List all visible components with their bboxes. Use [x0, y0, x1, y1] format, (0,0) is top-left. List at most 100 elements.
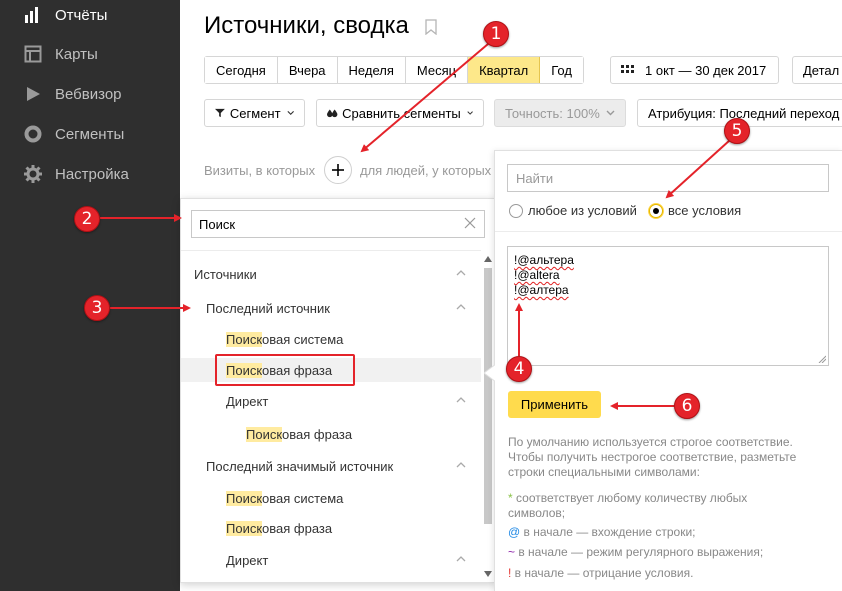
radio-all-label: все условия: [668, 203, 742, 218]
search-match: Поиск: [226, 331, 263, 347]
tree-item-search-system[interactable]: Поиск овая система: [226, 486, 343, 510]
detail-button[interactable]: Детал: [792, 56, 842, 84]
chevron-up-icon[interactable]: [456, 462, 466, 468]
attribution-label: Атрибуция: Последний переход: [648, 105, 840, 121]
period-today-button[interactable]: Сегодня: [205, 57, 278, 83]
period-year-button[interactable]: Год: [540, 57, 583, 83]
tree-item-label: Последний значимый источник: [206, 458, 394, 474]
chevron-up-icon[interactable]: [456, 270, 466, 276]
period-quarter-button[interactable]: Квартал: [468, 57, 541, 83]
dropdown-search-input[interactable]: Поиск: [191, 210, 485, 238]
period-week-button[interactable]: Неделя: [337, 57, 406, 83]
calendar-icon: [621, 65, 634, 73]
chevron-up-icon[interactable]: [456, 397, 466, 403]
sidebar-item-webvisor[interactable]: Вебвизор: [0, 74, 180, 114]
scroll-thumb[interactable]: [484, 268, 492, 524]
find-placeholder: Найти: [516, 170, 554, 186]
date-range-label: 1 окт — 30 дек 2017: [645, 62, 767, 78]
annotation-badge-5: 5: [724, 118, 750, 144]
help-intro: По умолчанию используется строгое соотве…: [508, 435, 797, 479]
compare-segments-label: Сравнить сегменты: [342, 105, 461, 121]
plus-icon: [332, 164, 344, 176]
tree-item-label: Директ: [226, 552, 269, 568]
tree-group-direct[interactable]: Директ: [226, 548, 268, 572]
tree-item-search-system[interactable]: Поиск овая система: [226, 327, 343, 351]
tree-item-label: Последний источник: [206, 300, 330, 316]
add-condition-button[interactable]: [324, 156, 352, 184]
help-text: в начале — вхождение строки;: [520, 525, 696, 539]
help-symbol: @: [508, 525, 521, 539]
condition-line: !@алтера: [514, 283, 569, 297]
period-month-button[interactable]: Месяц: [405, 57, 469, 83]
search-match: Поиск: [226, 520, 263, 536]
help-text: соответствует любому количеству любых си…: [508, 491, 748, 520]
condition-line: !@altera: [514, 268, 560, 282]
annotation-badge-6: 6: [674, 393, 700, 419]
chevron-up-icon[interactable]: [456, 556, 466, 562]
tree-group-sources[interactable]: Источники: [194, 262, 257, 286]
sidebar-item-label: Настройка: [55, 165, 129, 183]
sidebar-item-label: Карты: [55, 45, 98, 63]
search-match: Поиск: [226, 490, 263, 506]
segment-button[interactable]: Сегмент: [204, 99, 305, 127]
accuracy-button[interactable]: Точность: 100%: [494, 99, 626, 127]
play-icon: [27, 87, 40, 101]
help-rule: * соответствует любому количеству любых …: [508, 491, 778, 521]
highlight-box: [215, 354, 355, 386]
scroll-up-icon[interactable]: [484, 256, 492, 262]
divider: [495, 231, 842, 232]
tree-item-label: овая система: [262, 490, 344, 506]
gear-icon: [24, 165, 42, 183]
resize-handle-icon[interactable]: [818, 355, 826, 363]
sidebar-item-label: Сегменты: [55, 125, 125, 143]
help-rule: ! в начале — отрицание условия.: [508, 566, 828, 581]
sidebar-item-segments[interactable]: Сегменты: [0, 114, 180, 154]
dropdown-scrollbar[interactable]: [484, 254, 492, 579]
date-range-button[interactable]: 1 окт — 30 дек 2017: [610, 56, 779, 84]
tree-group-direct[interactable]: Директ: [226, 389, 268, 413]
chevron-up-icon[interactable]: [456, 304, 466, 310]
tree-item-search-phrase[interactable]: Поиск овая фраза: [226, 516, 332, 540]
divider: [181, 250, 481, 251]
conditions-textarea[interactable]: !@альтера !@altera !@алтера: [507, 246, 829, 366]
accuracy-label: Точность: 100%: [505, 105, 600, 121]
sidebar-item-maps[interactable]: Карты: [0, 34, 180, 74]
bookmark-icon[interactable]: [425, 19, 437, 35]
tree-item-label: овая фраза: [262, 520, 333, 536]
compare-segments-button[interactable]: Сравнить сегменты: [316, 99, 484, 127]
page-title: Источники, сводка: [204, 12, 409, 39]
segment-label: Сегмент: [229, 105, 281, 121]
annotation-badge-2: 2: [74, 206, 100, 232]
period-yesterday-button[interactable]: Вчера: [277, 57, 338, 83]
tree-item-direct-search-phrase[interactable]: Поиск овая фраза: [246, 422, 352, 446]
condition-dropdown: Поиск Источники Последний источник Поиск…: [180, 198, 496, 583]
help-text: в начале — режим регулярного выражения;: [515, 545, 764, 559]
funnel-icon: [215, 108, 225, 118]
visits-caption: Визиты, в которых: [204, 163, 316, 178]
apply-button[interactable]: Применить: [508, 391, 601, 418]
find-input[interactable]: Найти: [507, 164, 829, 192]
radio-circle[interactable]: [509, 203, 523, 218]
sidebar-item-label: Отчёты: [55, 6, 108, 24]
radio-any-condition[interactable]: любое из условий: [509, 203, 637, 218]
annotation-badge-3: 3: [84, 295, 110, 321]
people-caption: для людей, у которых: [360, 163, 492, 178]
help-symbol: ~: [508, 545, 516, 559]
tree-group-last-significant-source[interactable]: Последний значимый источник: [206, 454, 393, 478]
annotation-badge-4: 4: [506, 356, 532, 382]
radio-all-conditions[interactable]: все условия: [649, 203, 741, 218]
tree-item-label: овая фраза: [282, 426, 353, 442]
detail-label: Детал: [803, 62, 840, 78]
scroll-down-icon[interactable]: [484, 571, 492, 577]
radio-circle-selected[interactable]: [649, 203, 663, 218]
sidebar-item-reports[interactable]: Отчёты: [0, 0, 180, 35]
pie-icon: [24, 125, 42, 143]
close-icon[interactable]: [464, 217, 476, 229]
map-icon: [24, 45, 42, 63]
dropdown-search-value: Поиск: [199, 216, 236, 232]
condition-panel: Найти любое из условий все условия !@аль…: [494, 150, 842, 591]
sidebar-item-settings[interactable]: Настройка: [0, 154, 180, 194]
tree-group-last-source[interactable]: Последний источник: [206, 296, 330, 320]
drops-icon: [327, 109, 338, 118]
tree-item-label: овая система: [262, 331, 344, 347]
